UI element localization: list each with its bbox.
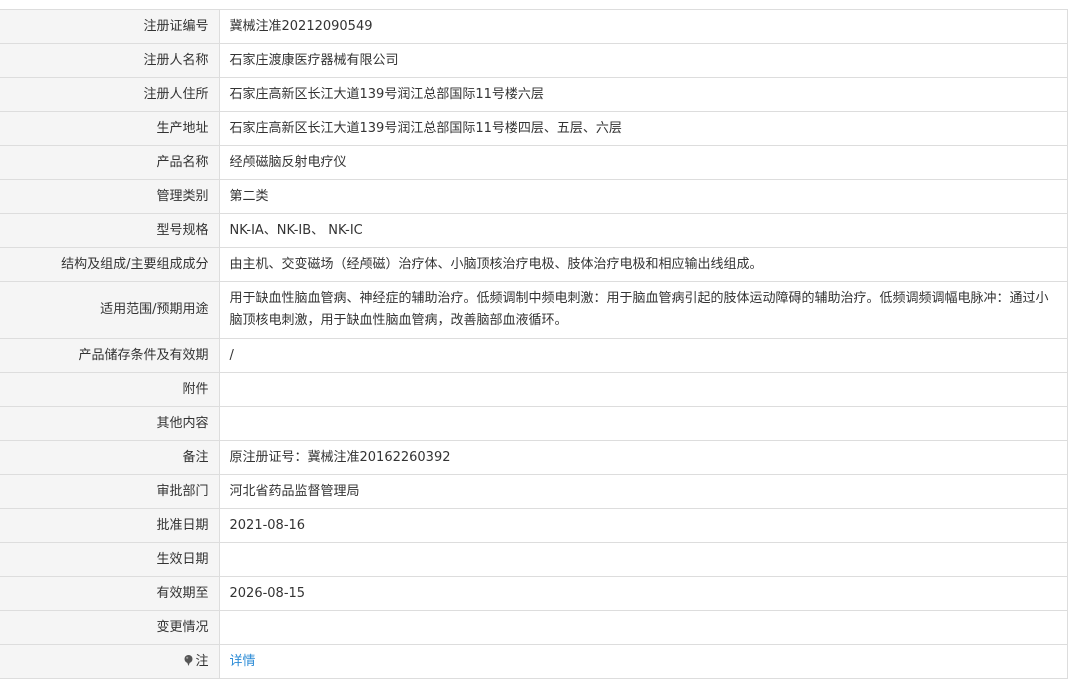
row-value-structure-composition: 由主机、交变磁场（经颅磁）治疗体、小脑顶核治疗电极、肢体治疗电极和相应输出线组成… — [218, 247, 1068, 282]
row-value-registrant-address: 石家庄高新区长江大道139号润江总部国际11号楼六层 — [218, 77, 1068, 112]
row-value-registrant-name: 石家庄渡康医疗器械有限公司 — [218, 43, 1068, 78]
table-row: 有效期至 2026-08-15 — [0, 576, 1068, 611]
row-label-other-content: 其他内容 — [0, 406, 220, 441]
table-row: 结构及组成/主要组成成分 由主机、交变磁场（经颅磁）治疗体、小脑顶核治疗电极、肢… — [0, 247, 1068, 282]
table-row: 注 详情 — [0, 644, 1068, 679]
table-row: 审批部门 河北省药品监督管理局 — [0, 474, 1068, 509]
note-label: 注 — [195, 653, 209, 669]
table-row: 变更情况 — [0, 610, 1068, 645]
row-label-registrant-address: 注册人住所 — [0, 77, 220, 112]
table-row: 附件 — [0, 372, 1068, 407]
row-label-attachments: 附件 — [0, 372, 220, 407]
row-label-note: 注 — [0, 644, 220, 679]
details-link[interactable]: 详情 — [230, 654, 256, 669]
row-label-change-status: 变更情况 — [0, 610, 220, 645]
table-row: 其他内容 — [0, 406, 1068, 441]
row-value-valid-until: 2026-08-15 — [218, 576, 1068, 611]
table-row: 批准日期 2021-08-16 — [0, 508, 1068, 543]
row-label-effective-date: 生效日期 — [0, 542, 220, 577]
row-value-other-content — [218, 406, 1068, 441]
table-row: 产品名称 经颅磁脑反射电疗仪 — [0, 145, 1068, 180]
row-value-intended-use: 用于缺血性脑血管病、神经症的辅助治疗。低频调制中频电刺激：用于脑血管病引起的肢体… — [218, 281, 1068, 339]
row-value-management-category: 第二类 — [218, 179, 1068, 214]
row-value-attachments — [218, 372, 1068, 407]
table-row: 生产地址 石家庄高新区长江大道139号润江总部国际11号楼四层、五层、六层 — [0, 111, 1068, 146]
table-row: 备注 原注册证号：冀械注准20162260392 — [0, 440, 1068, 475]
table-row: 注册证编号 冀械注准20212090549 — [0, 9, 1068, 44]
row-label-production-address: 生产地址 — [0, 111, 220, 146]
row-label-management-category: 管理类别 — [0, 179, 220, 214]
row-value-approval-date: 2021-08-16 — [218, 508, 1068, 543]
row-label-storage-validity: 产品储存条件及有效期 — [0, 338, 220, 373]
row-value-remarks: 原注册证号：冀械注准20162260392 — [218, 440, 1068, 475]
row-value-storage-validity: / — [218, 338, 1068, 373]
row-label-valid-until: 有效期至 — [0, 576, 220, 611]
row-label-product-name: 产品名称 — [0, 145, 220, 180]
row-label-remarks: 备注 — [0, 440, 220, 475]
row-value-note: 详情 — [218, 644, 1068, 679]
registration-detail-table: 注册证编号 冀械注准20212090549 注册人名称 石家庄渡康医疗器械有限公… — [0, 9, 1068, 679]
table-row: 生效日期 — [0, 542, 1068, 577]
row-value-product-name: 经颅磁脑反射电疗仪 — [218, 145, 1068, 180]
row-label-structure-composition: 结构及组成/主要组成成分 — [0, 247, 220, 282]
table-row: 产品储存条件及有效期 / — [0, 338, 1068, 373]
row-value-change-status — [218, 610, 1068, 645]
row-value-registration-number: 冀械注准20212090549 — [218, 9, 1068, 44]
row-value-production-address: 石家庄高新区长江大道139号润江总部国际11号楼四层、五层、六层 — [218, 111, 1068, 146]
table-row: 注册人名称 石家庄渡康医疗器械有限公司 — [0, 43, 1068, 78]
row-value-approval-department: 河北省药品监督管理局 — [218, 474, 1068, 509]
row-value-effective-date — [218, 542, 1068, 577]
row-label-registration-number: 注册证编号 — [0, 9, 220, 44]
table-row: 注册人住所 石家庄高新区长江大道139号润江总部国际11号楼六层 — [0, 77, 1068, 112]
row-label-model-spec: 型号规格 — [0, 213, 220, 248]
row-label-registrant-name: 注册人名称 — [0, 43, 220, 78]
row-label-intended-use: 适用范围/预期用途 — [0, 281, 220, 339]
pin-icon — [184, 654, 193, 666]
table-row: 管理类别 第二类 — [0, 179, 1068, 214]
row-value-model-spec: NK-IA、NK-IB、 NK-IC — [218, 213, 1068, 248]
table-row: 型号规格 NK-IA、NK-IB、 NK-IC — [0, 213, 1068, 248]
row-label-approval-department: 审批部门 — [0, 474, 220, 509]
table-row: 适用范围/预期用途 用于缺血性脑血管病、神经症的辅助治疗。低频调制中频电刺激：用… — [0, 281, 1068, 339]
row-label-approval-date: 批准日期 — [0, 508, 220, 543]
